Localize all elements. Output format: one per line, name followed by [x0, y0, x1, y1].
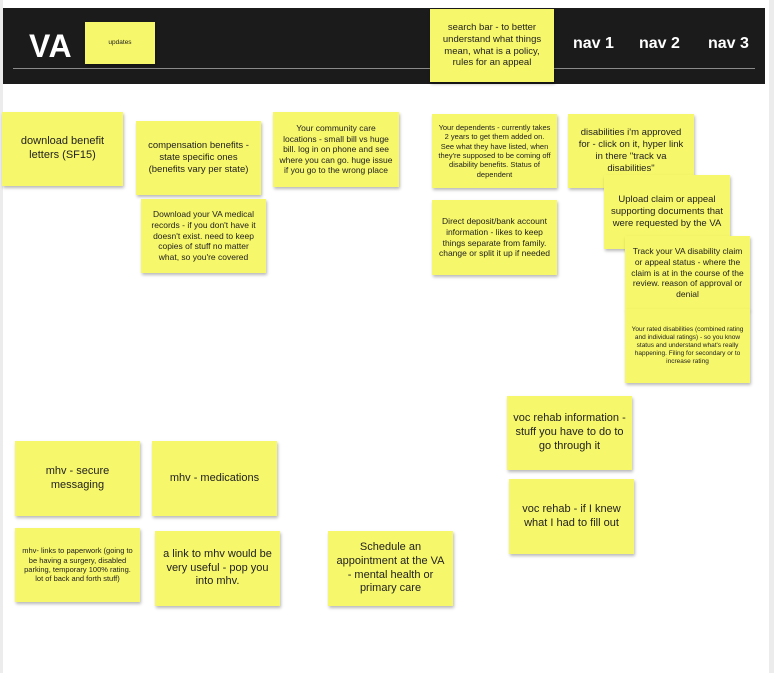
sticky-track-claim[interactable]: Track your VA disability claim or appeal… [625, 236, 750, 310]
sticky-download-medical-records[interactable]: Download your VA medical records - if yo… [141, 199, 266, 273]
sticky-mhv-secure-messaging[interactable]: mhv - secure messaging [15, 441, 140, 516]
sticky-dependents[interactable]: Your dependents - currently takes 2 year… [432, 114, 557, 188]
sticky-compensation-benefits[interactable]: compensation benefits - state specific o… [136, 121, 261, 195]
sticky-voc-rehab-fill-out[interactable]: voc rehab - if I knew what I had to fill… [509, 479, 634, 554]
va-logo: VA [29, 28, 73, 64]
sticky-mhv-medications[interactable]: mhv - medications [152, 441, 277, 516]
sticky-direct-deposit[interactable]: Direct deposit/bank account information … [432, 200, 557, 275]
nav-2-link[interactable]: nav 2 [639, 35, 680, 53]
header-divider [13, 68, 755, 69]
sticky-link-to-mhv[interactable]: a link to mhv would be very useful - pop… [155, 531, 280, 606]
nav-1-link[interactable]: nav 1 [573, 35, 614, 53]
sticky-schedule-appointment[interactable]: Schedule an appointment at the VA - ment… [328, 531, 453, 606]
sticky-voc-rehab-info[interactable]: voc rehab information - stuff you have t… [507, 396, 632, 470]
sticky-search-bar[interactable]: search bar - to better understand what t… [430, 9, 554, 82]
sticky-updates[interactable]: updates [85, 22, 155, 64]
sticky-rated-disabilities[interactable]: Your rated disabilities (combined rating… [625, 309, 750, 383]
sticky-mhv-links-paperwork[interactable]: mhv- links to paperwork (going to be hav… [15, 528, 140, 602]
sticky-download-benefit-letters[interactable]: download benefit letters (SF15) [2, 112, 123, 186]
nav-3-link[interactable]: nav 3 [708, 35, 749, 53]
sticky-community-care[interactable]: Your community care locations - small bi… [273, 112, 399, 187]
